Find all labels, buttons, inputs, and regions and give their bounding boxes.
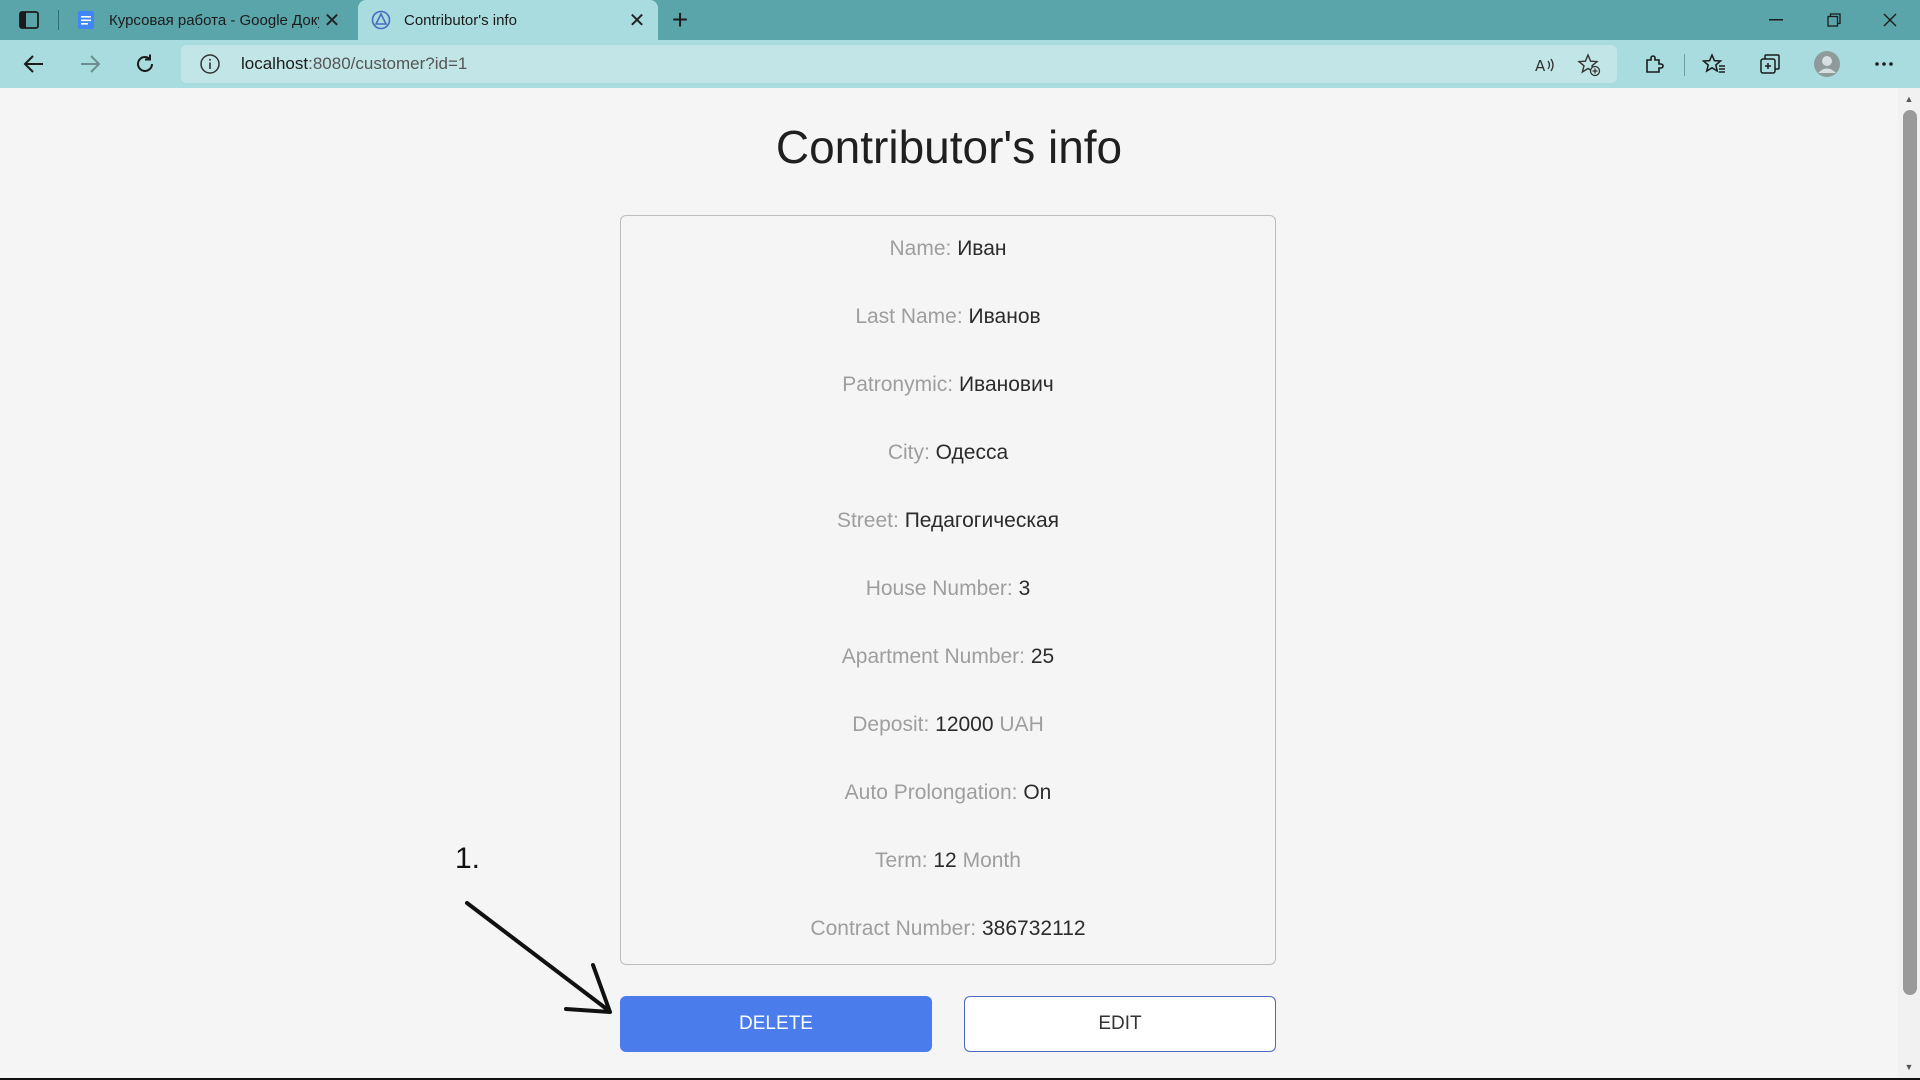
tab-bar: Курсовая работа - Google Доку ✕ Contribu… bbox=[0, 0, 1920, 40]
field-label: Name: bbox=[889, 237, 952, 260]
delete-button[interactable]: DELETE bbox=[620, 996, 932, 1052]
close-tab-icon[interactable]: ✕ bbox=[624, 7, 650, 33]
address-url[interactable]: localhost:8080/customer?id=1 bbox=[241, 45, 467, 83]
field-label: Contract Number: bbox=[810, 917, 977, 940]
field-label: Deposit: bbox=[852, 713, 930, 736]
field-label: Apartment Number: bbox=[841, 645, 1026, 668]
field-unit: UAH bbox=[999, 713, 1044, 736]
field-last-name: Last Name: Иванов bbox=[621, 305, 1275, 329]
annotation-label: 1. bbox=[455, 842, 481, 875]
scrollbar-thumb[interactable] bbox=[1903, 110, 1917, 995]
field-apartment-number: Apartment Number: 25 bbox=[621, 645, 1275, 669]
field-street: Street: Педагогическая bbox=[621, 509, 1275, 533]
field-value: On bbox=[1023, 781, 1052, 804]
field-patronymic: Patronymic: Иванович bbox=[621, 373, 1275, 397]
field-label: Last Name: bbox=[855, 305, 963, 328]
field-label: Auto Prolongation: bbox=[844, 781, 1018, 804]
field-value: Иван bbox=[957, 237, 1007, 260]
field-city: City: Одесса bbox=[621, 441, 1275, 465]
field-label: City: bbox=[887, 441, 930, 464]
back-arrow-icon[interactable] bbox=[16, 46, 52, 82]
forward-arrow-icon[interactable] bbox=[72, 46, 108, 82]
tab-label: Курсовая работа - Google Доку bbox=[109, 11, 319, 29]
contributor-info-card: Name: Иван Last Name: Иванов Patronymic:… bbox=[620, 215, 1276, 965]
extensions-icon[interactable] bbox=[1636, 46, 1672, 82]
field-unit: Month bbox=[962, 849, 1021, 872]
field-auto-prolongation: Auto Prolongation: On bbox=[621, 781, 1275, 805]
scroll-down-icon[interactable]: ▼ bbox=[1898, 1058, 1920, 1076]
site-favicon-icon bbox=[370, 9, 392, 31]
refresh-icon[interactable] bbox=[127, 46, 163, 82]
read-aloud-icon[interactable]: A bbox=[1533, 53, 1557, 77]
close-window-icon[interactable] bbox=[1862, 0, 1918, 40]
google-docs-icon bbox=[75, 9, 97, 31]
edit-button[interactable]: EDIT bbox=[964, 996, 1276, 1052]
field-deposit: Deposit: 12000 UAH bbox=[621, 713, 1275, 737]
tab-google-docs[interactable]: Курсовая работа - Google Доку ✕ bbox=[63, 0, 353, 40]
field-value: Одесса bbox=[935, 441, 1009, 464]
more-options-icon[interactable] bbox=[1866, 46, 1902, 82]
field-term: Term: 12 Month bbox=[621, 849, 1275, 873]
page-title: Contributor's info bbox=[775, 121, 1123, 173]
profile-avatar-icon[interactable] bbox=[1809, 46, 1845, 82]
navigation-bar: localhost:8080/customer?id=1 A bbox=[0, 40, 1920, 88]
tab-separator bbox=[58, 10, 59, 30]
field-name: Name: Иван bbox=[621, 237, 1275, 261]
field-contract-number: Contract Number: 386732112 bbox=[621, 917, 1275, 941]
add-favorite-icon[interactable] bbox=[1577, 53, 1601, 77]
svg-text:A: A bbox=[1535, 57, 1546, 75]
address-bar[interactable]: localhost:8080/customer?id=1 A bbox=[181, 45, 1617, 83]
restore-icon[interactable] bbox=[1806, 0, 1862, 40]
tab-contributors-info[interactable]: Contributor's info ✕ bbox=[358, 0, 658, 40]
field-label: Patronymic: bbox=[842, 373, 954, 396]
field-value: 12000 bbox=[935, 713, 994, 736]
minimize-icon[interactable] bbox=[1748, 0, 1804, 40]
tab-label: Contributor's info bbox=[404, 11, 517, 29]
field-label: Term: bbox=[875, 849, 928, 872]
field-label: House Number: bbox=[865, 577, 1013, 600]
field-house-number: House Number: 3 bbox=[621, 577, 1275, 601]
collections-icon[interactable] bbox=[1752, 46, 1788, 82]
info-icon[interactable] bbox=[199, 53, 221, 75]
field-value: Иванов bbox=[968, 305, 1041, 328]
url-host: localhost bbox=[241, 54, 309, 73]
new-tab-button[interactable]: + bbox=[664, 4, 696, 36]
field-value: Педагогическая bbox=[904, 509, 1060, 532]
close-tab-icon[interactable]: ✕ bbox=[319, 7, 345, 33]
tab-actions-icon[interactable] bbox=[14, 7, 44, 33]
field-value: Иванович bbox=[958, 373, 1054, 396]
field-value: 3 bbox=[1018, 577, 1031, 600]
toolbar-separator bbox=[1684, 54, 1685, 76]
field-value: 25 bbox=[1030, 645, 1055, 668]
field-value: 12 bbox=[933, 849, 957, 872]
field-value: 386732112 bbox=[982, 917, 1086, 940]
url-path: :8080/customer?id=1 bbox=[308, 54, 468, 73]
scroll-up-icon[interactable]: ▲ bbox=[1898, 90, 1920, 108]
field-label: Street: bbox=[836, 509, 899, 532]
favorites-icon[interactable] bbox=[1696, 46, 1732, 82]
